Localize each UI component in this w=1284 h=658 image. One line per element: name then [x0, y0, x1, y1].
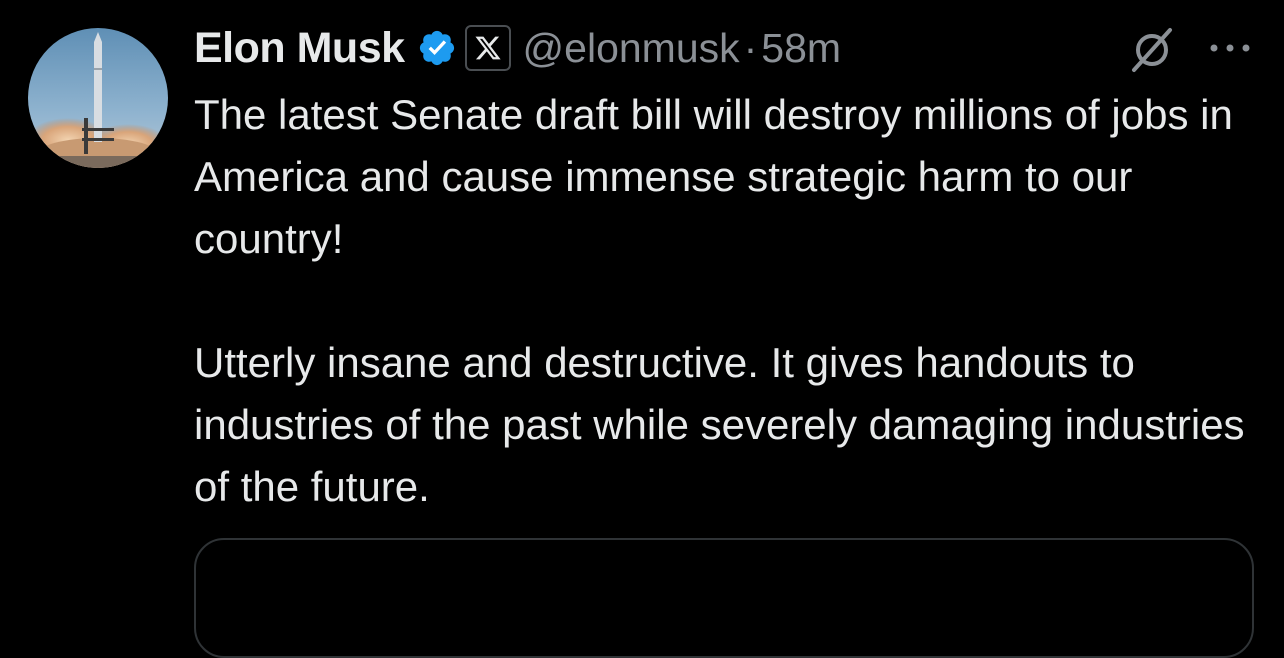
tweet-header: Elon Musk @elonmusk · 58m [194, 22, 841, 74]
x-logo-icon[interactable] [464, 25, 511, 71]
verified-badge-icon[interactable] [417, 28, 457, 68]
author-display-name[interactable]: Elon Musk [194, 24, 405, 73]
thread-line-caret [141, 0, 155, 2]
avatar[interactable] [28, 28, 168, 168]
tweet-timestamp[interactable]: 58m [761, 25, 841, 72]
more-options-icon[interactable] [1206, 36, 1254, 60]
tweet-paragraph: Utterly insane and destructive. It gives… [194, 339, 1245, 510]
rocket-launch-avatar [28, 28, 168, 168]
quoted-card[interactable] [194, 538, 1254, 658]
grok-icon[interactable] [1128, 26, 1176, 74]
author-handle[interactable]: @elonmusk [523, 25, 740, 72]
separator-dot: · [743, 24, 758, 71]
tweet-paragraph: The latest Senate draft bill will destro… [194, 91, 1233, 262]
tweet-text: The latest Senate draft bill will destro… [194, 84, 1264, 518]
